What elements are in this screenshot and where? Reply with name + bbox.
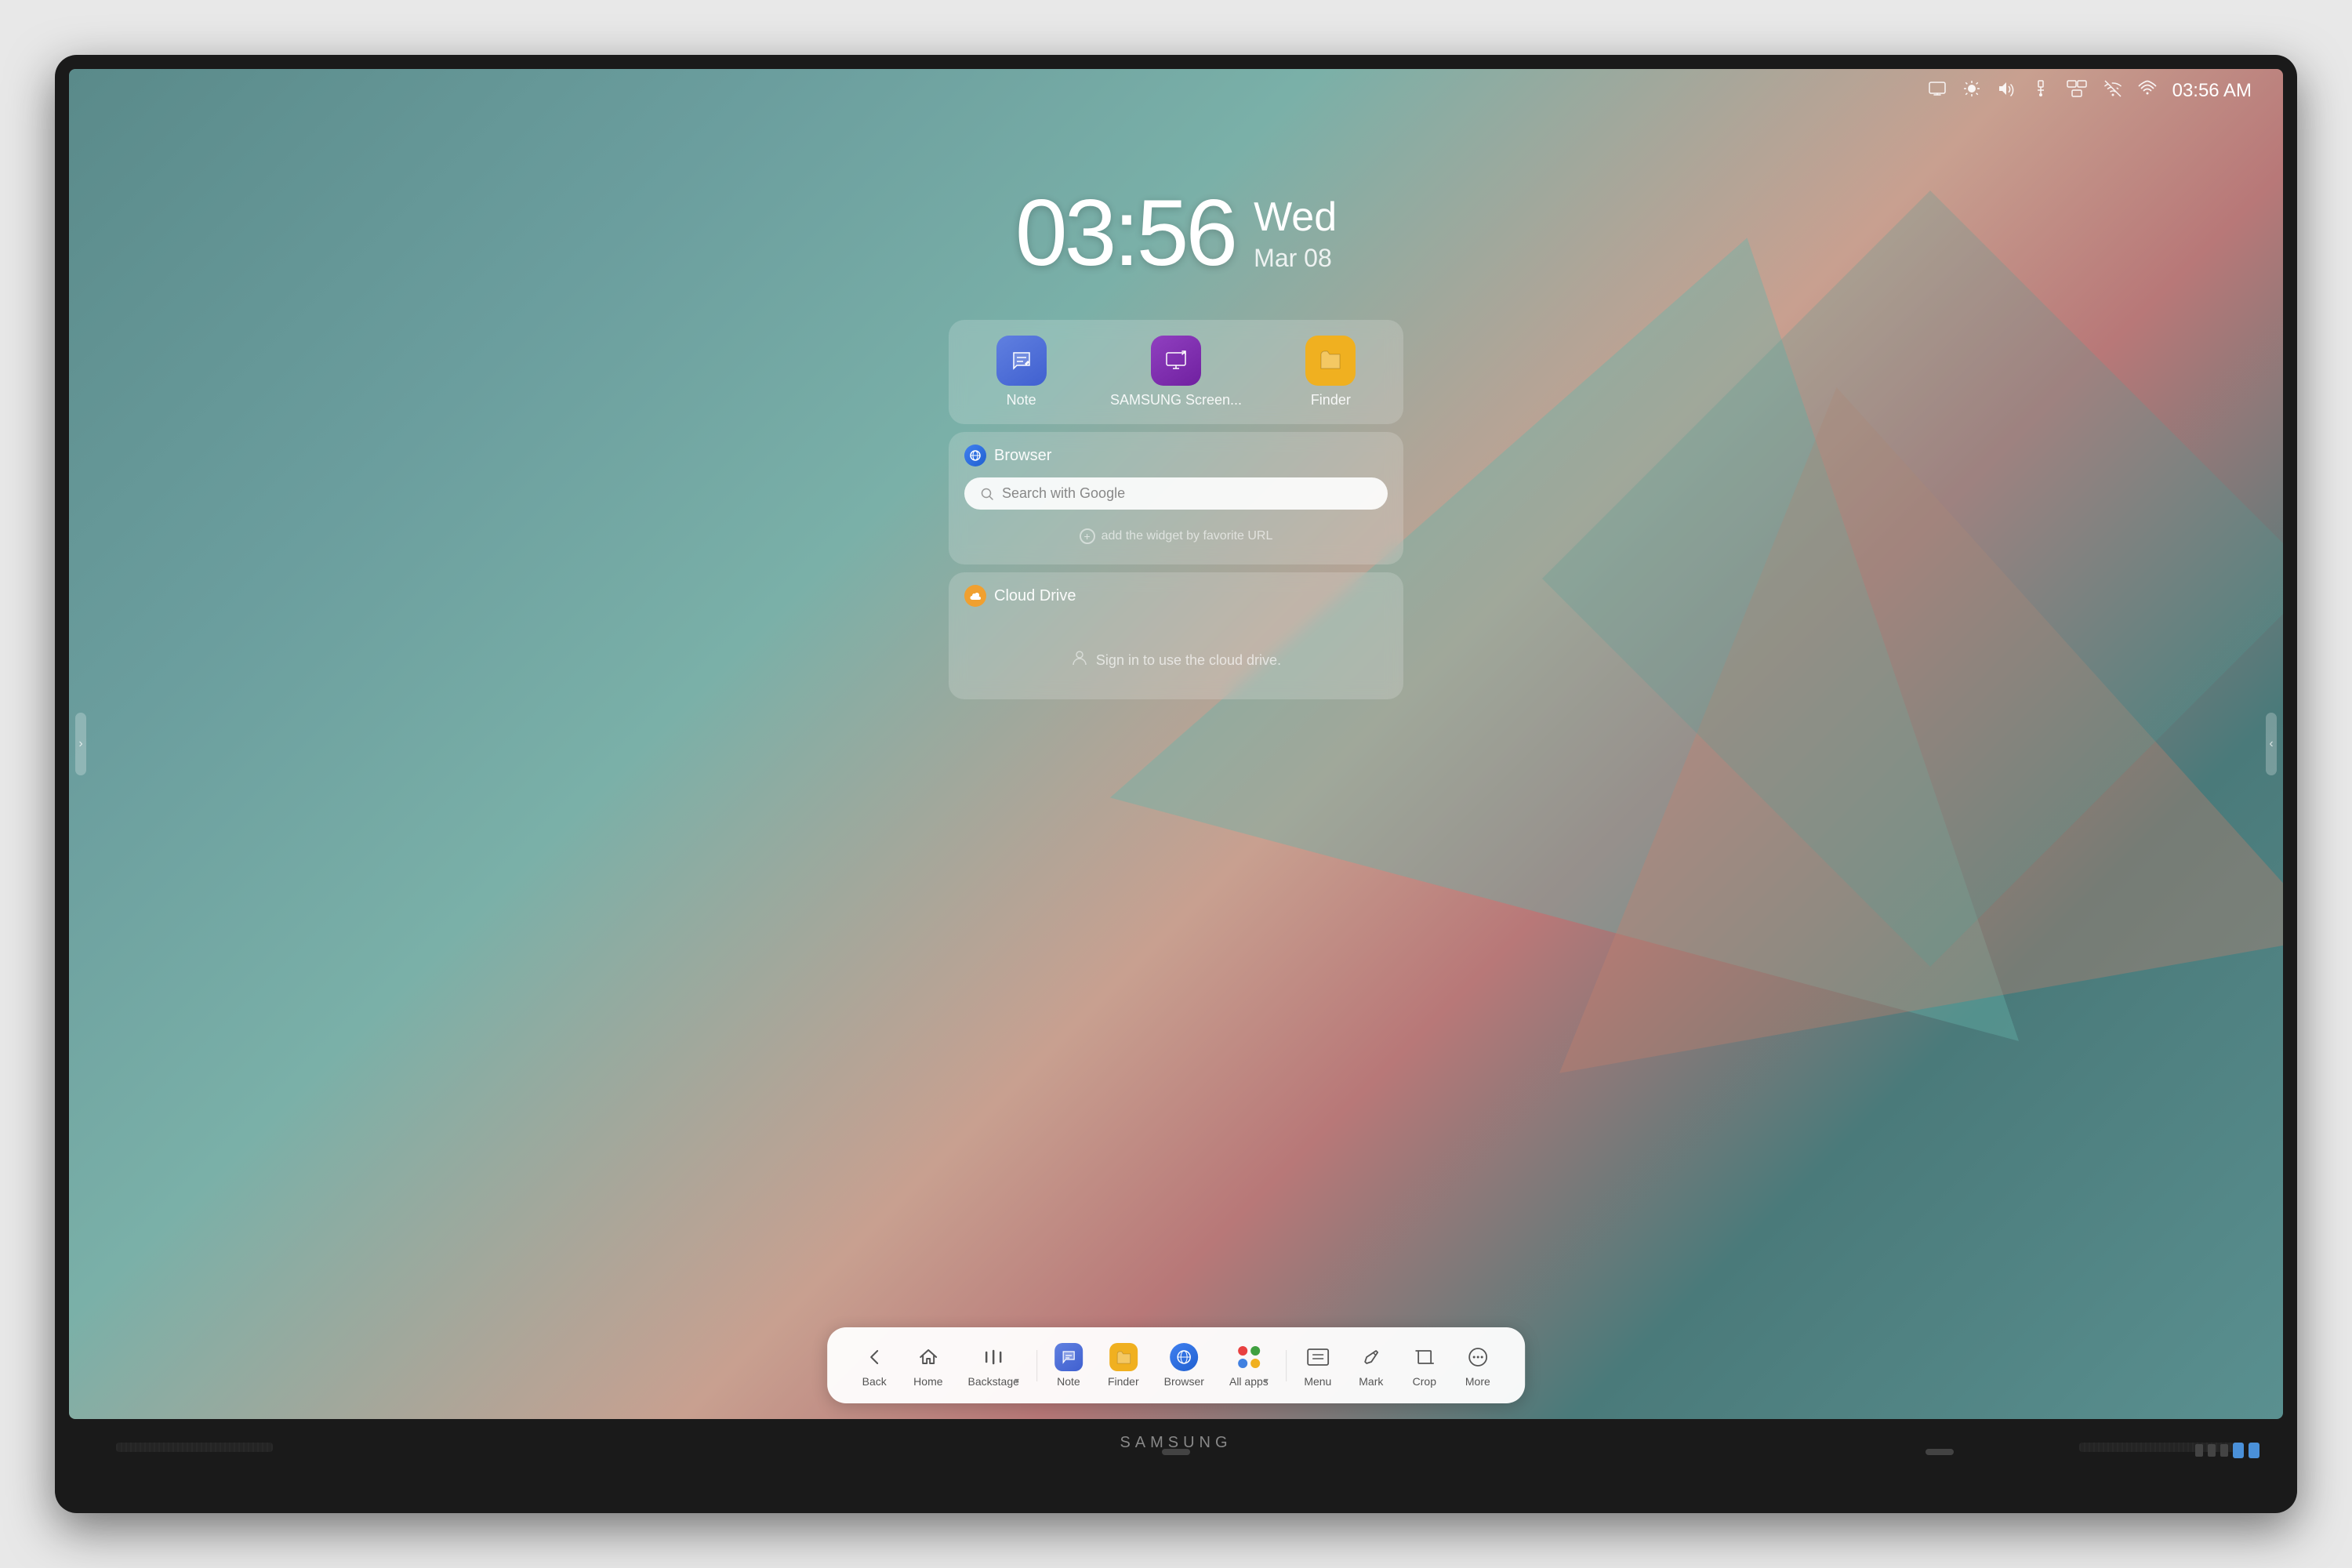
app-samsung-screen[interactable]: SAMSUNG Screen... (1110, 336, 1242, 408)
finder-taskbar-icon (1109, 1343, 1138, 1371)
menu-taskbar-icon (1304, 1343, 1332, 1371)
backstage-chevron: ▾ (1014, 1375, 1019, 1386)
taskbar-back[interactable]: Back (849, 1338, 899, 1392)
taskbar-divider-1 (1036, 1350, 1037, 1381)
port-hdmi-1 (2195, 1444, 2203, 1457)
allapps-label: All apps (1229, 1375, 1269, 1388)
crop-taskbar-icon (1410, 1343, 1439, 1371)
finder-app-icon (1305, 336, 1356, 386)
crop-label: Crop (1413, 1375, 1436, 1388)
bezel-ports (2195, 1443, 2259, 1458)
cloud-widget-title: Cloud Drive (994, 587, 1076, 605)
note-app-label: Note (1007, 392, 1036, 408)
port-av (2220, 1444, 2228, 1457)
taskbar-menu[interactable]: Menu (1293, 1338, 1343, 1392)
browser-search-bar[interactable]: Search with Google (964, 477, 1388, 510)
browser-widget-header: Browser (964, 445, 1388, 466)
clock-time: 03:56 (1015, 179, 1235, 287)
speaker-left (116, 1443, 273, 1452)
more-label: More (1465, 1375, 1490, 1388)
clock-month: Mar 08 (1254, 244, 1337, 273)
wifi-icon (2138, 79, 2157, 103)
tv-device: 03:56 AM 03:56 Wed Mar 08 › ‹ (55, 55, 2297, 1513)
back-label: Back (862, 1375, 887, 1388)
dot-green (1250, 1346, 1260, 1356)
add-url-icon: + (1080, 528, 1095, 544)
volume-icon (1997, 79, 2016, 103)
samsung-screen-label: SAMSUNG Screen... (1110, 392, 1242, 408)
left-edge-handle[interactable]: › (75, 713, 86, 775)
port-usb-1 (2233, 1443, 2244, 1458)
taskbar-home[interactable]: Home (902, 1338, 953, 1392)
taskbar-allapps[interactable]: All apps ▾ (1218, 1338, 1279, 1392)
screen-share-icon (2066, 79, 2088, 103)
more-taskbar-icon (1464, 1343, 1492, 1371)
widgets-container: Note SAMSUNG Screen... (949, 320, 1403, 699)
taskbar-finder[interactable]: Finder (1097, 1338, 1150, 1392)
port-usb-2 (2249, 1443, 2259, 1458)
taskbar-more[interactable]: More (1453, 1338, 1503, 1392)
cloud-drive-widget: Cloud Drive Sign in to use the cloud dri… (949, 572, 1403, 699)
dot-blue (1238, 1359, 1247, 1368)
browser-taskbar-icon (1170, 1343, 1198, 1371)
mark-taskbar-icon (1357, 1343, 1385, 1371)
brightness-icon (1962, 79, 1981, 103)
clock-date: Wed Mar 08 (1254, 194, 1337, 273)
taskbar-note[interactable]: Note (1044, 1338, 1094, 1392)
status-time: 03:56 AM (2172, 80, 2252, 102)
browser-taskbar-label: Browser (1164, 1375, 1204, 1388)
search-icon (980, 487, 994, 501)
home-label: Home (913, 1375, 942, 1388)
person-icon (1071, 649, 1088, 671)
search-placeholder: Search with Google (1002, 485, 1372, 502)
taskbar-crop[interactable]: Crop (1399, 1338, 1450, 1392)
allapps-chevron: ▾ (1264, 1375, 1269, 1386)
cloud-sign-in-text: Sign in to use the cloud drive. (1096, 652, 1281, 669)
cloud-sign-in-area[interactable]: Sign in to use the cloud drive. (964, 618, 1388, 687)
right-edge-handle[interactable]: ‹ (2266, 713, 2277, 775)
allapps-taskbar-icon (1235, 1343, 1263, 1371)
note-taskbar-label: Note (1057, 1375, 1080, 1388)
home-icon (914, 1343, 942, 1371)
add-url-area[interactable]: + add the widget by favorite URL (964, 521, 1388, 552)
screen-mirror-icon (1928, 79, 1947, 103)
browser-widget: Browser Search with Google + add the wid… (949, 432, 1403, 564)
mark-label: Mark (1359, 1375, 1383, 1388)
dot-yellow (1250, 1359, 1260, 1368)
status-bar: 03:56 AM (69, 69, 2283, 113)
apps-widget: Note SAMSUNG Screen... (949, 320, 1403, 424)
app-note[interactable]: Note (996, 336, 1047, 408)
network-off-icon (2103, 79, 2122, 103)
bezel-center-button (1162, 1449, 1190, 1455)
browser-header-icon (964, 445, 986, 466)
clock-day: Wed (1254, 194, 1337, 241)
add-url-label: add the widget by favorite URL (1102, 529, 1273, 543)
back-icon (860, 1343, 888, 1371)
taskbar: Back Home (827, 1327, 1525, 1403)
port-hdmi-2 (2208, 1444, 2216, 1457)
app-finder[interactable]: Finder (1305, 336, 1356, 408)
finder-taskbar-label: Finder (1108, 1375, 1139, 1388)
samsung-screen-icon (1151, 336, 1201, 386)
dot-red (1238, 1346, 1247, 1356)
note-app-icon (996, 336, 1047, 386)
cloud-widget-header: Cloud Drive (964, 585, 1388, 607)
taskbar-divider-2 (1286, 1350, 1287, 1381)
usb-icon (2031, 79, 2050, 103)
finder-app-label: Finder (1311, 392, 1351, 408)
taskbar-mark[interactable]: Mark (1346, 1338, 1396, 1392)
taskbar-browser[interactable]: Browser (1153, 1338, 1215, 1392)
bezel-right-button (1926, 1449, 1954, 1455)
cloud-header-icon (964, 585, 986, 607)
backstage-label: Backstage (968, 1375, 1019, 1388)
tv-bezel-bottom: SAMSUNG (69, 1419, 2283, 1466)
backstage-icon (979, 1343, 1007, 1371)
note-taskbar-icon (1054, 1343, 1083, 1371)
menu-label: Menu (1304, 1375, 1331, 1388)
taskbar-backstage[interactable]: Backstage ▾ (957, 1338, 1030, 1392)
tv-screen: 03:56 AM 03:56 Wed Mar 08 › ‹ (69, 69, 2283, 1419)
browser-widget-title: Browser (994, 447, 1051, 465)
clock-area: 03:56 Wed Mar 08 (1015, 179, 1337, 287)
